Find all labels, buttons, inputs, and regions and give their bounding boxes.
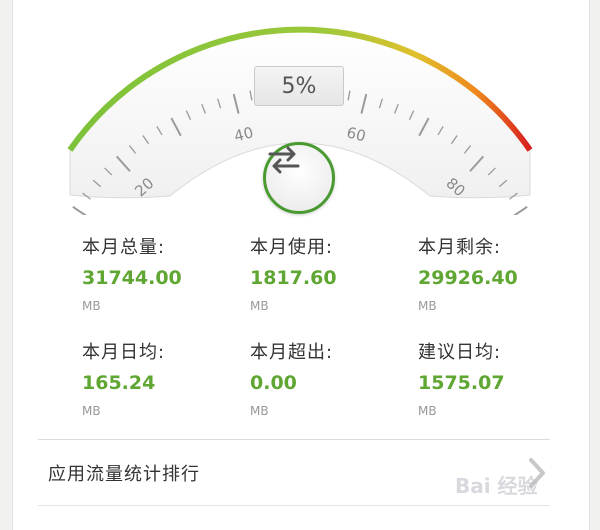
stat-unit: MB [250,299,269,313]
stat-month-exceeded: 本月超出: 0.00 MB [250,338,333,418]
stat-value: 0.00 [250,372,297,394]
stat-value: 1575.07 [418,372,505,394]
gauge-tick [513,205,528,215]
swap-arrows-icon [268,146,300,174]
gauge-tick [72,205,87,215]
stat-value: 1817.60 [250,267,337,289]
stat-unit: MB [418,299,437,313]
stat-value: 31744.00 [82,267,182,289]
stat-label: 本月使用: [250,237,334,258]
stat-label: 本月总量: [82,237,166,258]
usage-percent-text: 5% [281,73,317,99]
usage-percent-display: 5% [254,66,344,106]
stat-label: 本月超出: [250,342,334,363]
stat-month-remaining: 本月剩余: 29926.40 MB [418,233,518,313]
stat-value: 165.24 [82,372,156,394]
stat-unit: MB [418,404,437,418]
stat-month-total: 本月总量: 31744.00 MB [82,233,182,313]
stat-unit: MB [250,404,269,418]
stat-daily-average: 本月日均: 165.24 MB [82,338,165,418]
stat-unit: MB [82,299,101,313]
watermark-logo: Bai 经验 [455,474,538,498]
switch-view-button[interactable] [263,142,335,214]
traffic-gauge: 020406080100 5% [0,0,600,215]
stat-month-used: 本月使用: 1817.60 MB [250,233,337,313]
stat-label: 本月剩余: [418,237,502,258]
stat-label: 建议日均: [418,342,502,363]
stat-label: 本月日均: [82,342,166,363]
divider [38,505,550,506]
stat-value: 29926.40 [418,267,518,289]
stat-unit: MB [82,404,101,418]
app-traffic-ranking-label: 应用流量统计排行 [48,464,200,485]
stat-suggested-daily: 建议日均: 1575.07 MB [418,338,505,418]
divider [38,439,550,440]
